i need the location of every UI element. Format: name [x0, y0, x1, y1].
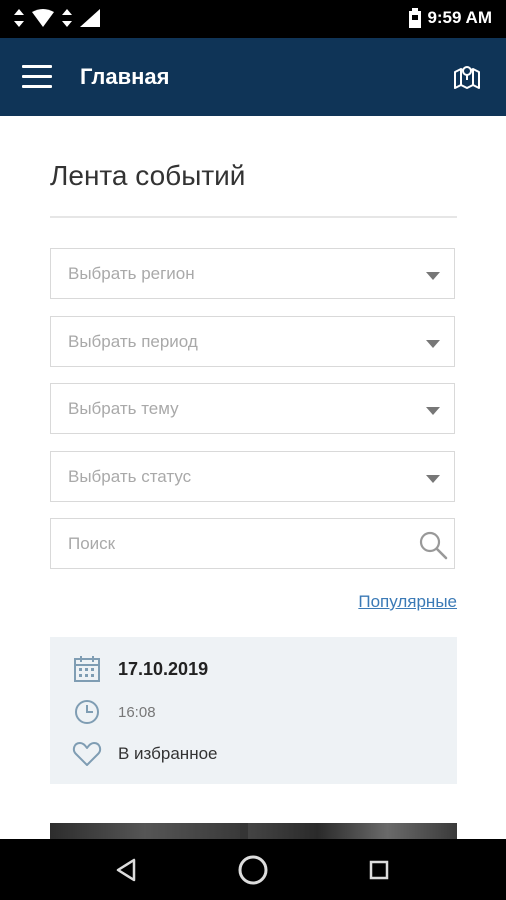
event-time: 16:08 [118, 703, 156, 721]
event-card[interactable]: 17.10.2019 16:08 В избранное [50, 637, 457, 784]
chevron-down-icon [426, 272, 440, 280]
event-date: 17.10.2019 [118, 658, 209, 679]
map-icon[interactable] [452, 62, 482, 92]
home-icon[interactable] [236, 853, 270, 887]
battery-icon [409, 8, 422, 28]
status-left-icons [14, 9, 100, 27]
event-date-row: 17.10.2019 [72, 654, 208, 684]
status-bar: 9:59 AM [0, 0, 506, 38]
period-select[interactable]: Выбрать период [50, 316, 455, 367]
calendar-icon [74, 656, 100, 682]
period-select-placeholder: Выбрать период [68, 332, 198, 351]
section-title: Лента событий [50, 160, 246, 191]
status-select-placeholder: Выбрать статус [68, 467, 192, 486]
event-photo[interactable] [248, 823, 457, 839]
region-select[interactable]: Выбрать регион [50, 248, 455, 299]
data-arrows-icon [14, 9, 24, 27]
popular-link[interactable]: Популярные [358, 592, 457, 612]
search-input[interactable]: Поиск [50, 518, 455, 569]
chevron-down-icon [426, 340, 440, 348]
event-time-row: 16:08 [72, 697, 156, 727]
divider [50, 216, 457, 218]
search-icon[interactable] [417, 529, 449, 561]
chevron-down-icon [426, 407, 440, 415]
chevron-down-icon [426, 475, 440, 483]
signal-icon [80, 9, 100, 27]
recents-icon[interactable] [362, 853, 396, 887]
wifi-icon [32, 9, 54, 27]
region-select-placeholder: Выбрать регион [68, 264, 195, 283]
status-time: 9:59 AM [427, 8, 492, 27]
event-photo-strip[interactable] [50, 823, 457, 839]
hamburger-menu-icon[interactable] [22, 65, 52, 89]
topic-select-placeholder: Выбрать тему [68, 399, 179, 418]
page-title: Главная [80, 64, 170, 89]
data-arrows-icon [62, 9, 72, 27]
status-select[interactable]: Выбрать статус [50, 451, 455, 502]
back-icon[interactable] [110, 853, 144, 887]
heart-icon[interactable] [72, 739, 102, 769]
clock-icon [75, 700, 99, 724]
favorite-button[interactable]: В избранное [72, 739, 218, 769]
system-nav-bar [0, 839, 506, 900]
search-placeholder: Поиск [68, 534, 116, 553]
topic-select[interactable]: Выбрать тему [50, 383, 455, 434]
event-photo[interactable] [50, 823, 240, 839]
favorite-label: В избранное [118, 744, 218, 763]
status-right: 9:59 AM [409, 8, 492, 28]
app-bar: Главная [0, 38, 506, 116]
